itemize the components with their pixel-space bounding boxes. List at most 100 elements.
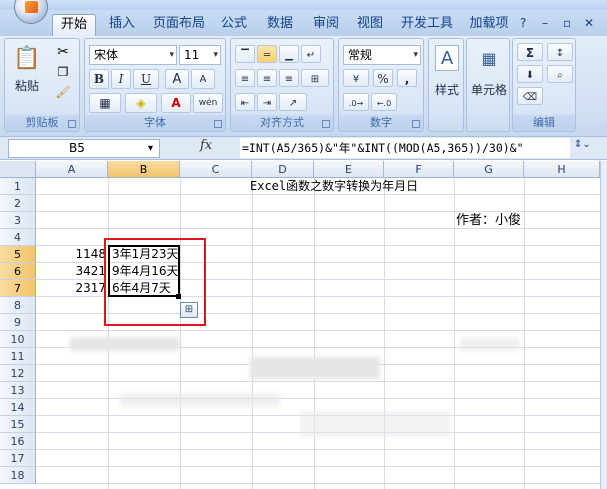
number-format-select[interactable]: 常规 ▾ — [343, 45, 421, 65]
paste-icon[interactable]: 📋 — [13, 43, 41, 73]
tab-addins[interactable]: 加载项 — [464, 14, 514, 36]
cell-a7[interactable]: 2317 — [36, 280, 107, 297]
author-cell[interactable]: 作者：小俊 — [456, 212, 521, 229]
row-header-7[interactable]: 7 — [0, 280, 36, 297]
auto-fill-options-icon[interactable]: ⊞ — [180, 302, 198, 318]
row-header-10[interactable]: 10 — [0, 331, 36, 348]
row-header-16[interactable]: 16 — [0, 433, 36, 450]
bold-button[interactable]: B — [89, 69, 109, 89]
tab-home[interactable]: 开始 — [52, 14, 96, 36]
borders-icon[interactable]: ▦ — [89, 93, 121, 113]
column-header-a[interactable]: A — [36, 161, 108, 178]
font-color-icon[interactable]: A — [161, 93, 191, 113]
row-header-15[interactable]: 15 — [0, 416, 36, 433]
italic-button[interactable]: I — [111, 69, 131, 89]
decrease-decimal-icon[interactable]: ←.0 — [371, 93, 397, 111]
autosum-button[interactable]: Σ — [517, 43, 543, 61]
column-header-f[interactable]: F — [384, 161, 454, 178]
format-painter-icon[interactable]: 🖌 — [53, 83, 73, 101]
styles-label[interactable]: 样式 — [429, 81, 465, 98]
row-header-17[interactable]: 17 — [0, 450, 36, 467]
column-header-h[interactable]: H — [524, 161, 600, 178]
row-header-9[interactable]: 9 — [0, 314, 36, 331]
row-header-14[interactable]: 14 — [0, 399, 36, 416]
name-box[interactable]: B5 ▾ — [8, 139, 160, 158]
underline-button[interactable]: U — [133, 69, 159, 89]
font-name-select[interactable]: 宋体 ▾ — [89, 45, 177, 65]
font-launcher-icon[interactable] — [214, 120, 222, 128]
column-header-b[interactable]: B — [108, 161, 180, 178]
row-header-13[interactable]: 13 — [0, 382, 36, 399]
find-select-icon[interactable]: ⌕ — [547, 65, 573, 83]
row-header-5[interactable]: 5 — [0, 246, 36, 263]
fill-color-icon[interactable]: ◈ — [125, 93, 157, 113]
row-header-4[interactable]: 4 — [0, 229, 36, 246]
paste-label[interactable]: 粘贴 — [9, 77, 45, 94]
shrink-font-button[interactable]: A — [191, 69, 215, 89]
cell-a5[interactable]: 1148 — [36, 246, 107, 263]
help-icon[interactable]: ? — [520, 16, 526, 30]
align-left-icon[interactable]: ≡ — [235, 69, 255, 87]
wrap-text-icon[interactable]: ↵ — [301, 45, 321, 63]
restore-icon[interactable]: ▫ — [563, 16, 571, 30]
row-header-1[interactable]: 1 — [0, 178, 36, 195]
align-bottom-icon[interactable]: ▁ — [279, 45, 299, 63]
minimize-icon[interactable]: – — [542, 16, 548, 30]
sheet-title-cell[interactable]: Excel函数之数字转换为年月日 — [250, 178, 418, 195]
alignment-launcher-icon[interactable] — [322, 120, 330, 128]
tab-review[interactable]: 审阅 — [306, 14, 346, 36]
styles-icon[interactable]: A — [435, 45, 459, 71]
close-icon[interactable]: ✕ — [584, 16, 594, 30]
grow-font-button[interactable]: A — [165, 69, 189, 89]
vertical-scrollbar[interactable] — [600, 161, 607, 489]
column-header-c[interactable]: C — [180, 161, 252, 178]
row-header-18[interactable]: 18 — [0, 467, 36, 484]
expand-formula-bar-icon[interactable]: ⇕⌄ — [574, 139, 604, 157]
clear-icon[interactable]: ⌫ — [517, 87, 543, 105]
formula-input[interactable]: =INT(A5/365)&"年"&INT((MOD(A5,365))/30)&" — [240, 138, 570, 158]
align-right-icon[interactable]: ≡ — [279, 69, 299, 87]
clipboard-group: 📋 粘贴 ✂ ❐ 🖌 剪贴板 — [4, 38, 80, 132]
row-header-2[interactable]: 2 — [0, 195, 36, 212]
tab-view[interactable]: 视图 — [350, 14, 390, 36]
font-size-select[interactable]: 11 ▾ — [179, 45, 221, 65]
gridline — [314, 178, 315, 489]
row-header-3[interactable]: 3 — [0, 212, 36, 229]
sort-filter-icon[interactable]: ↕ — [547, 43, 573, 61]
cell-a6[interactable]: 3421 — [36, 263, 107, 280]
comma-button[interactable]: , — [397, 69, 417, 87]
cells-label[interactable]: 单元格 — [467, 81, 511, 98]
decrease-indent-icon[interactable]: ⇤ — [235, 93, 255, 111]
column-header-e[interactable]: E — [314, 161, 384, 178]
align-top-icon[interactable]: ▔ — [235, 45, 255, 63]
increase-indent-icon[interactable]: ⇥ — [257, 93, 277, 111]
orientation-icon[interactable]: ↗ — [279, 93, 307, 111]
row-header-12[interactable]: 12 — [0, 365, 36, 382]
row-header-11[interactable]: 11 — [0, 348, 36, 365]
row-header-8[interactable]: 8 — [0, 297, 36, 314]
tab-page-layout[interactable]: 页面布局 — [148, 14, 210, 36]
worksheet-grid[interactable]: A B C D E F G H 1 2 3 4 5 6 7 8 9 10 11 … — [0, 161, 600, 489]
merge-center-icon[interactable]: ⊞ — [301, 69, 329, 87]
fx-icon[interactable]: fx — [200, 138, 212, 153]
number-launcher-icon[interactable] — [412, 120, 420, 128]
align-center-icon[interactable]: ≡ — [257, 69, 277, 87]
row-header-6[interactable]: 6 — [0, 263, 36, 280]
percent-button[interactable]: % — [373, 69, 393, 87]
copy-icon[interactable]: ❐ — [53, 63, 73, 81]
cut-icon[interactable]: ✂ — [53, 43, 73, 61]
phonetic-button[interactable]: wén — [193, 93, 223, 113]
align-middle-icon[interactable]: ═ — [257, 45, 277, 63]
cells-icon[interactable]: ▦ — [477, 45, 501, 71]
select-all-corner[interactable] — [0, 161, 36, 178]
currency-icon[interactable]: ¥ — [343, 69, 369, 87]
fill-icon[interactable]: ⬇ — [517, 65, 543, 83]
clipboard-launcher-icon[interactable] — [68, 120, 76, 128]
tab-data[interactable]: 数据 — [260, 14, 300, 36]
tab-developer[interactable]: 开发工具 — [396, 14, 458, 36]
tab-insert[interactable]: 插入 — [100, 14, 144, 36]
column-header-d[interactable]: D — [252, 161, 314, 178]
increase-decimal-icon[interactable]: .0→ — [343, 93, 369, 111]
column-header-g[interactable]: G — [454, 161, 524, 178]
tab-formulas[interactable]: 公式 — [214, 14, 254, 36]
